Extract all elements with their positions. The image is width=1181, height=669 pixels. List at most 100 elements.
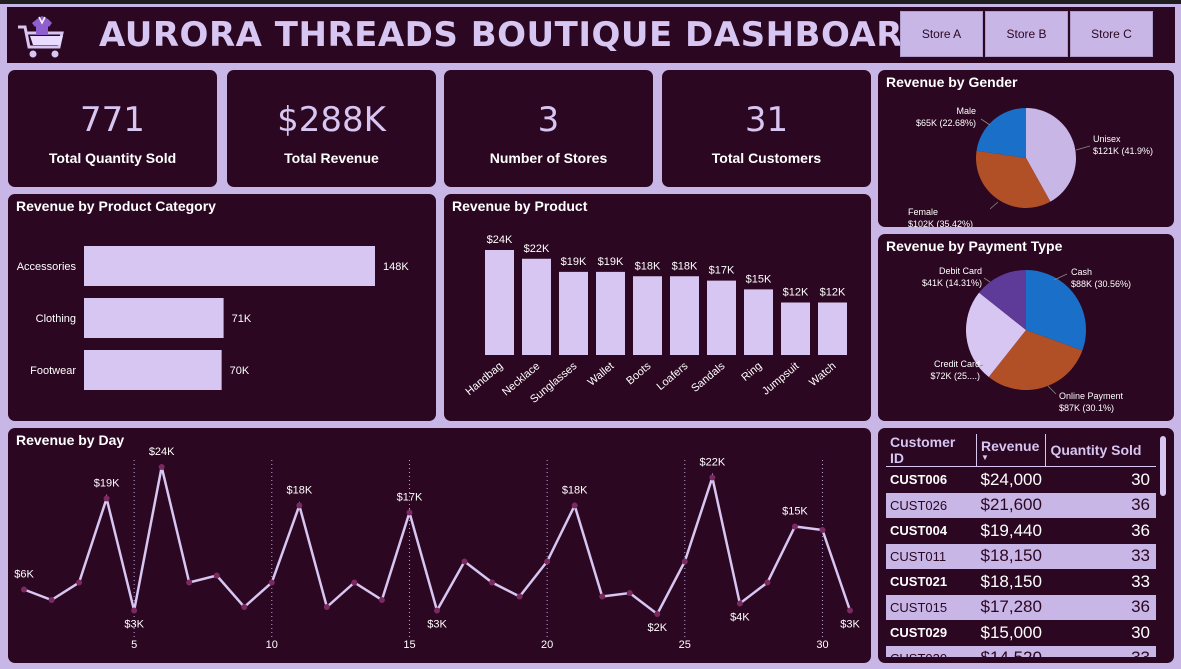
cell-revenue: $21,600	[976, 492, 1046, 518]
table-row[interactable]: CUST004 $19,440 36	[886, 518, 1156, 544]
product-axis-label: Loafers	[655, 360, 691, 393]
table-row[interactable]: CUST026 $21,600 36	[886, 492, 1156, 518]
product-bar	[744, 289, 773, 355]
shopping-cart-with-shirt-icon	[18, 16, 64, 58]
product-data-label: $18K	[635, 260, 661, 272]
data-point	[406, 509, 413, 516]
cell-revenue: $18,150	[976, 569, 1046, 595]
product-data-label: $19K	[598, 256, 624, 268]
cell-customer-id: CUST021	[886, 569, 977, 595]
data-point	[21, 586, 27, 593]
pie-slice-value: $88K (30.56%)	[1071, 279, 1131, 289]
data-point	[241, 604, 248, 610]
point-data-label: $3K	[840, 619, 860, 631]
pie-leader-line	[1053, 273, 1068, 281]
cell-revenue: $15,000	[976, 620, 1046, 646]
store-b-button[interactable]: Store B	[985, 11, 1068, 57]
data-point	[461, 558, 468, 565]
pie-slice-name: Debit Card	[939, 266, 982, 276]
product-chart-card: Revenue by Product $24K Handbag $22K Neckla…	[444, 194, 871, 421]
product-bar	[818, 302, 847, 355]
store-a-button[interactable]: Store A	[900, 11, 983, 57]
data-point	[847, 607, 853, 614]
product-bar	[707, 280, 736, 355]
kpi-card-quantity: 771 Total Quantity Sold	[8, 70, 217, 187]
payment-chart-card: Revenue by Payment Type Cash $88K (30.56%…	[878, 234, 1174, 421]
table-row[interactable]: CUST021 $18,150 33	[886, 569, 1156, 595]
data-point	[626, 590, 633, 596]
column-header-quantity[interactable]: Quantity Sold	[1045, 434, 1156, 467]
kpi-label: Total Quantity Sold	[48, 150, 177, 166]
cell-quantity: 33	[1045, 569, 1156, 595]
pie-slice	[976, 108, 1026, 158]
category-axis-label: Footwear	[30, 365, 76, 377]
cell-revenue: $18,150	[976, 543, 1046, 569]
table-row[interactable]: CUST029 $15,000 30	[886, 620, 1156, 646]
table-row[interactable]: CUST015 $17,280 36	[886, 594, 1156, 620]
pie-slice-value: $87K (30.1%)	[1059, 403, 1114, 413]
category-axis-label: Accessories	[17, 261, 77, 273]
point-data-label: $2K	[647, 622, 667, 634]
data-point	[516, 593, 523, 600]
data-point	[736, 600, 743, 607]
x-axis-tick-label: 5	[131, 639, 137, 651]
product-bar-chart: $24KHandbag$22KNecklace$19KSunglasses$19…	[464, 234, 847, 406]
product-data-label: $22K	[524, 243, 550, 255]
point-data-label: $6K	[14, 569, 34, 581]
table-scrollbar[interactable]	[1160, 436, 1166, 496]
column-header-label: Revenue	[981, 438, 1040, 454]
customer-table-card: Customer ID Revenue ▼ Quantity Sold CUST…	[878, 428, 1174, 663]
product-axis-label: Boots	[624, 360, 654, 388]
data-point	[76, 579, 83, 586]
point-data-label: $18K	[286, 485, 312, 497]
table-row[interactable]: CUST006 $24,000 30	[886, 466, 1156, 493]
point-data-label: $24K	[149, 446, 175, 458]
point-data-label: $17K	[397, 492, 423, 504]
window-top-bar	[0, 0, 1181, 4]
column-header-revenue[interactable]: Revenue ▼	[975, 434, 1046, 467]
kpi-card-stores: 3 Number of Stores	[444, 70, 653, 187]
pie-slice-name: Male	[956, 106, 976, 116]
kpi-value: 771	[80, 100, 145, 140]
cell-quantity: 36	[1045, 492, 1156, 518]
product-bar	[596, 271, 625, 355]
pie-slice-value: $72K (25....)	[930, 371, 980, 381]
table-row[interactable]: CUST011 $18,150 33	[886, 543, 1156, 569]
pie-leader-line	[1075, 145, 1091, 151]
pie-slice-name: Female	[908, 207, 938, 217]
kpi-label: Number of Stores	[489, 150, 608, 166]
pie-slice-value: $102K (35.42%)	[908, 219, 973, 227]
point-data-label: $19K	[94, 478, 120, 490]
data-point	[709, 474, 716, 481]
store-c-button[interactable]: Store C	[1070, 11, 1153, 57]
cell-quantity: 36	[1045, 518, 1156, 544]
category-chart-card: Revenue by Product Category Accessories 1…	[8, 194, 436, 421]
category-bar	[84, 350, 222, 390]
day-chart-card: Revenue by Day 5 10 15 20 25 30 $6K $19K $3K $24K…	[8, 428, 871, 663]
cell-quantity: 36	[1045, 594, 1156, 620]
product-data-label: $17K	[709, 265, 735, 277]
column-header-customer[interactable]: Customer ID	[886, 434, 977, 467]
payment-pie-chart: Cash $88K (30.56%) Online Payment $87K (30.…	[922, 266, 1131, 413]
product-bar	[670, 276, 699, 355]
cell-revenue: $19,440	[976, 518, 1046, 544]
data-point	[599, 593, 606, 600]
data-point	[158, 464, 165, 470]
table-row[interactable]: CUST020$14,52033	[886, 645, 1156, 657]
kpi-value: 3	[537, 100, 560, 140]
data-point	[378, 597, 385, 603]
x-axis-tick-label: 30	[816, 639, 828, 651]
data-point	[103, 495, 110, 502]
data-point	[131, 607, 138, 614]
cell-customer-id: CUST020	[886, 645, 977, 657]
revenue-line	[23, 466, 852, 616]
pie-slice-name: Online Payment	[1059, 391, 1124, 401]
point-data-label: $3K	[124, 619, 144, 631]
data-point	[268, 579, 275, 586]
customer-table-scroll[interactable]: Customer ID Revenue ▼ Quantity Sold CUST…	[886, 434, 1156, 657]
product-bar	[633, 276, 662, 355]
gender-chart-card: Revenue by Gender Unisex $121K (41.9%) Fem…	[878, 70, 1174, 227]
day-line-chart: 5 10 15 20 25 30 $6K $19K $3K $24K $18K $17K $3K $18K…	[14, 446, 860, 651]
kpi-label: Total Customers	[711, 150, 822, 166]
kpi-label: Total Revenue	[284, 150, 379, 166]
